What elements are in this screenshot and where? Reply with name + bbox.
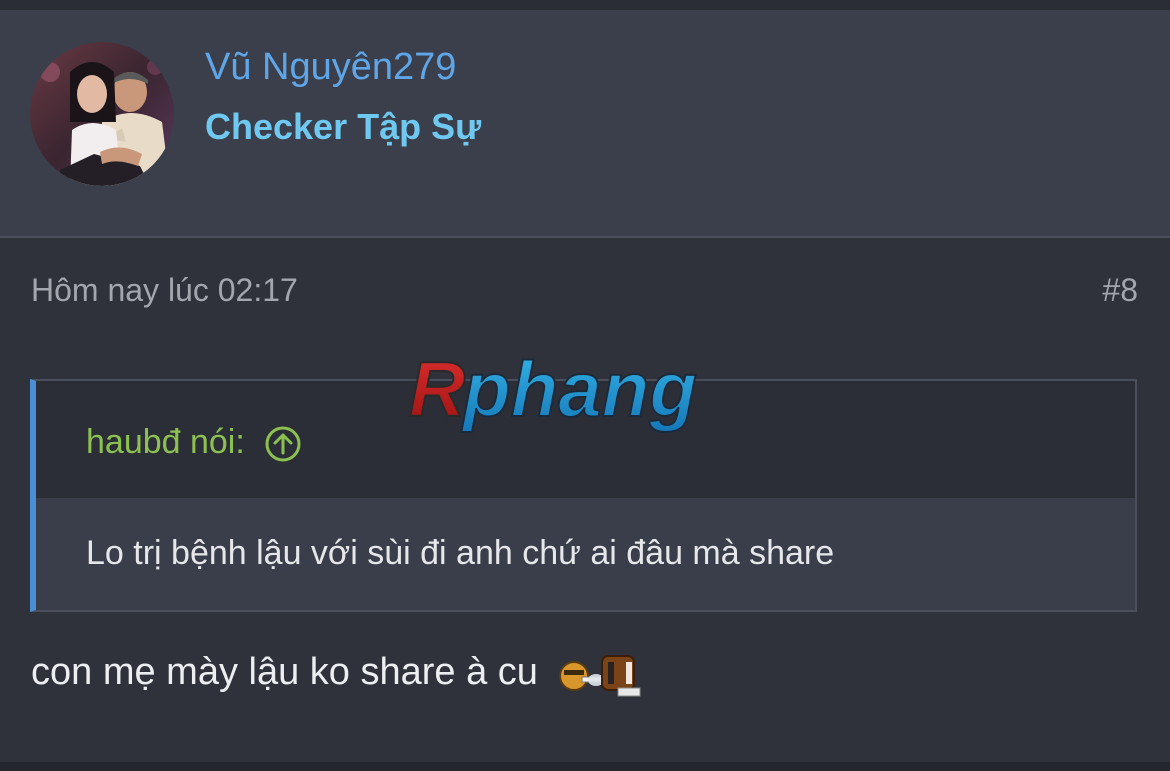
quote-body: Lo trị bệnh lậu với sùi đi anh chứ ai đâ… [36, 498, 1135, 610]
username-link[interactable]: Vũ Nguyên279 [205, 46, 456, 89]
quote-author-label: haubđ nói: [86, 423, 245, 461]
message-text: con mẹ mày lậu ko share à cu [31, 651, 538, 694]
user-avatar[interactable] [30, 42, 174, 186]
post-number-link[interactable]: #8 [1102, 272, 1138, 309]
post-date-link[interactable]: Hôm nay lúc 02:17 [31, 272, 298, 309]
arrow-up-circle-icon[interactable] [264, 425, 302, 463]
smoking-emoji-icon [556, 650, 644, 698]
forum-post: Vũ Nguyên279 Checker Tập Sự Hôm nay lúc … [0, 10, 1170, 762]
post-message: con mẹ mày lậu ko share à cu [31, 650, 644, 698]
watermark-letters: phang [461, 346, 697, 433]
post-meta: Hôm nay lúc 02:17 #8 [0, 238, 1170, 318]
user-title: Checker Tập Sự [205, 106, 482, 147]
quote-author-link[interactable]: haubđ nói: [86, 423, 302, 463]
bottom-bar [0, 762, 1170, 771]
watermark-logo: R phang [408, 346, 698, 434]
watermark-letter-r: R [409, 346, 465, 433]
top-bar [0, 0, 1170, 10]
avatar-photo [30, 42, 174, 186]
quote-text: Lo trị bệnh lậu với sùi đi anh chứ ai đâ… [86, 534, 835, 572]
post-user-header: Vũ Nguyên279 Checker Tập Sự [0, 10, 1170, 238]
